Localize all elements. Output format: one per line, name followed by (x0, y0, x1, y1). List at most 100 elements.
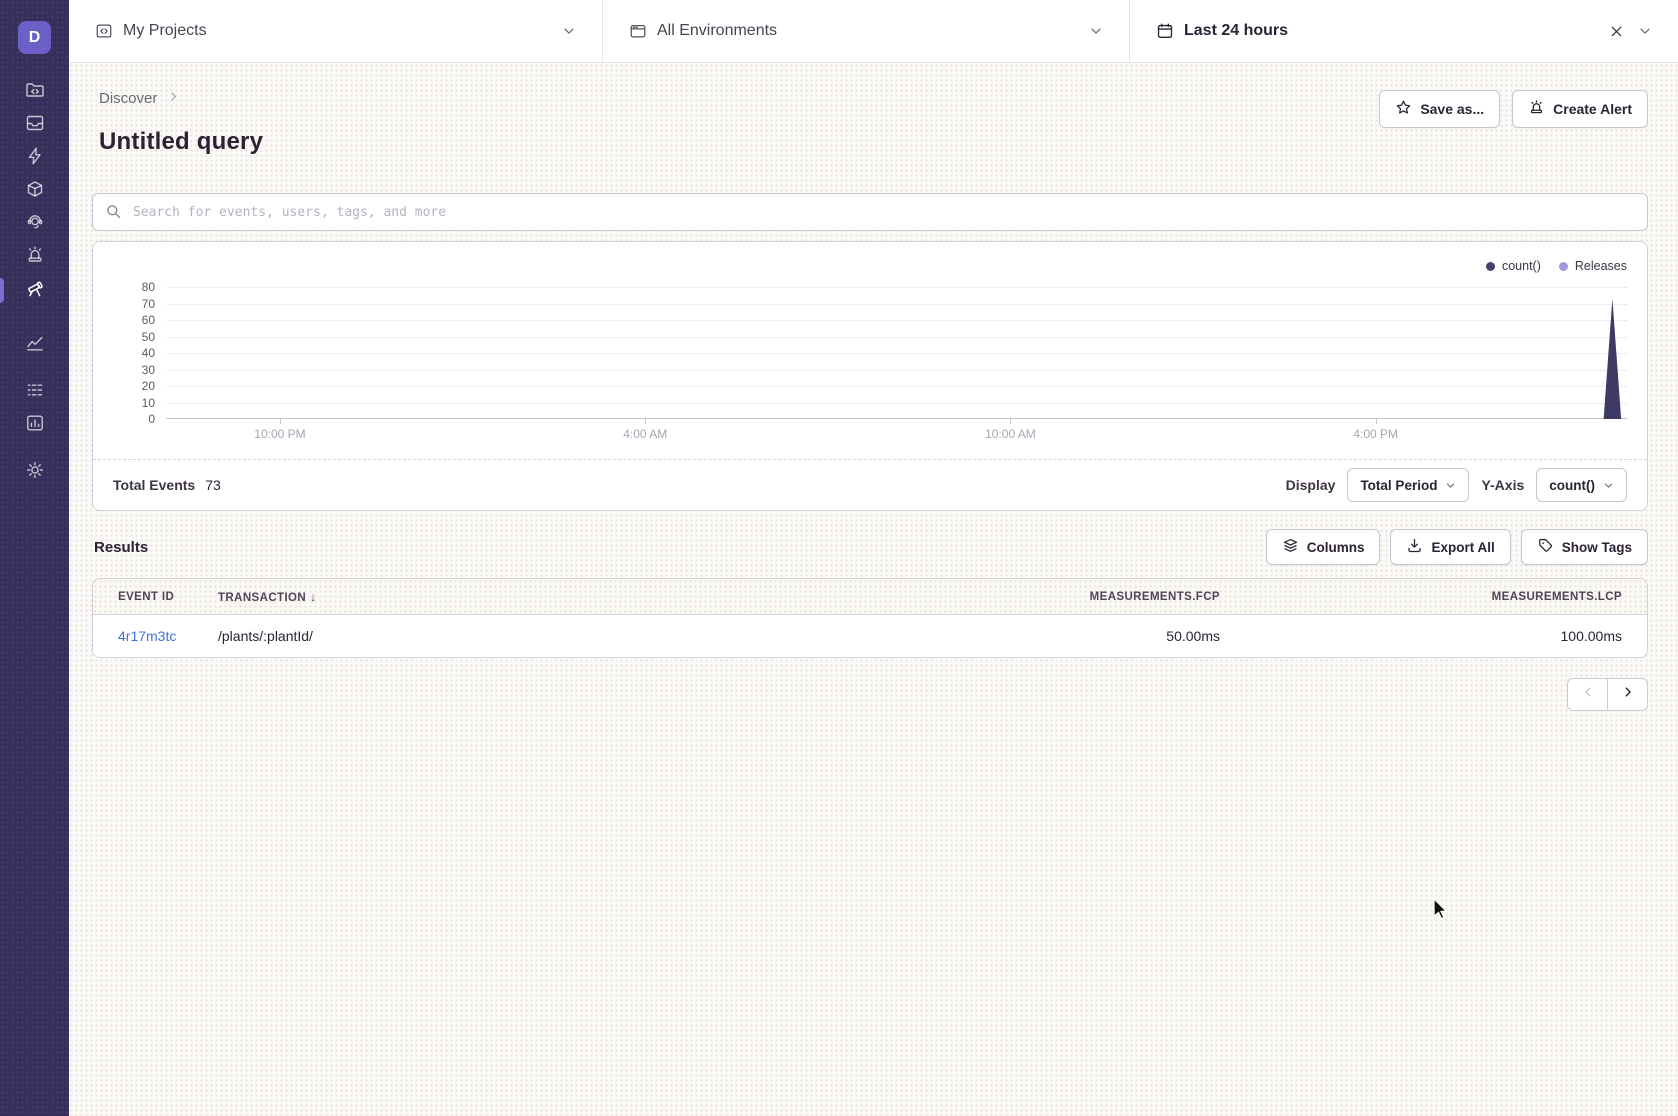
display-label: Display (1286, 477, 1336, 493)
measurements-lcp-cell: 100.00ms (1238, 628, 1622, 644)
project-filter[interactable]: My Projects (69, 0, 603, 62)
x-axis-tick-mark (1010, 419, 1011, 424)
table-row: 4r17m3tc/plants/:plantId/50.00ms100.00ms (93, 615, 1647, 657)
issues-icon (25, 113, 45, 138)
y-axis-tick-label: 50 (113, 330, 155, 344)
sidebar-item-alerts[interactable] (0, 241, 69, 274)
sidebar-item-user-feedback[interactable] (0, 208, 69, 241)
sidebar-item-settings[interactable] (0, 456, 69, 489)
top-filter-bar: My Projects All Environments Last 24 hou… (69, 0, 1678, 63)
bar-chart-icon (25, 413, 45, 438)
results-title: Results (92, 539, 148, 556)
environment-filter-label: All Environments (657, 22, 777, 40)
date-range-label: Last 24 hours (1184, 22, 1288, 40)
sidebar: D (0, 0, 69, 1116)
sidebar-item-issues[interactable] (0, 109, 69, 142)
project-filter-label: My Projects (123, 22, 207, 40)
clear-date-filter-icon[interactable] (1609, 24, 1624, 39)
show-tags-button[interactable]: Show Tags (1521, 529, 1648, 565)
y-axis-tick-label: 10 (113, 396, 155, 410)
page-header: Discover Untitled query Save as... Creat… (92, 90, 1648, 156)
transaction-cell: /plants/:plantId/ (218, 628, 818, 644)
list-icon (25, 380, 45, 405)
active-indicator (0, 278, 4, 303)
line-chart-icon (25, 333, 45, 358)
legend-dot-icon (1559, 262, 1568, 271)
x-axis-tick-label: 4:00 PM (1353, 427, 1398, 441)
star-icon (1395, 99, 1412, 119)
column-header-transaction[interactable]: TRANSACTION↓ (218, 590, 818, 604)
page-title: Untitled query (99, 128, 263, 156)
package-icon (25, 179, 45, 204)
export-all-button[interactable]: Export All (1390, 529, 1510, 565)
event-id-link[interactable]: 4r17m3tc (118, 628, 176, 644)
layers-icon (1282, 537, 1299, 557)
x-axis-tick-label: 10:00 PM (254, 427, 305, 441)
projects-icon (25, 80, 45, 105)
x-axis-tick-mark (1376, 419, 1377, 424)
y-axis-tick-label: 70 (113, 297, 155, 311)
next-page-button[interactable] (1607, 678, 1648, 711)
total-events-label: Total Events (113, 477, 195, 493)
previous-page-button[interactable] (1567, 678, 1608, 711)
y-axis-tick-label: 30 (113, 363, 155, 377)
legend-item-Releases[interactable]: Releases (1559, 259, 1627, 273)
count-series-spike (166, 287, 1627, 419)
sidebar-item-discover[interactable] (0, 274, 69, 307)
y-axis-select[interactable]: count() (1536, 468, 1627, 502)
window-icon (629, 22, 647, 40)
breadcrumb-discover[interactable]: Discover (99, 90, 157, 107)
y-axis-tick-label: 80 (113, 280, 155, 294)
chevron-right-icon (167, 90, 180, 107)
org-avatar[interactable]: D (18, 21, 51, 54)
column-header-event-id[interactable]: EVENT ID (118, 591, 200, 603)
main-content: Discover Untitled query Save as... Creat… (69, 63, 1678, 1116)
sidebar-nav (0, 76, 69, 489)
table-header-row: EVENT ID TRANSACTION↓ MEASUREMENTS.FCP MEAS… (93, 579, 1647, 615)
sidebar-item-monitors[interactable] (0, 376, 69, 409)
chart-plot: 8070605040302010010:00 PM4:00 AM10:00 AM… (166, 287, 1627, 419)
search-icon (105, 203, 122, 225)
download-icon (1406, 537, 1423, 557)
search-input[interactable] (92, 193, 1648, 231)
results-header: Results Columns Export All Show Tags (92, 529, 1648, 565)
sidebar-item-dashboards[interactable] (0, 329, 69, 362)
chevron-down-icon[interactable] (1638, 24, 1652, 38)
chevron-down-icon (1603, 480, 1614, 491)
pagination (92, 678, 1648, 711)
y-axis-tick-label: 40 (113, 346, 155, 360)
chevron-down-icon (562, 24, 576, 38)
sort-desc-icon: ↓ (310, 590, 316, 604)
column-header-measurements-lcp[interactable]: MEASUREMENTS.LCP (1238, 591, 1622, 603)
save-as-button[interactable]: Save as... (1379, 90, 1500, 128)
chevron-down-icon (1445, 480, 1456, 491)
chevron-down-icon (1089, 24, 1103, 38)
create-alert-button[interactable]: Create Alert (1512, 90, 1648, 128)
y-axis-tick-label: 0 (113, 412, 155, 426)
legend-item-count[interactable]: count() (1486, 259, 1541, 273)
sidebar-item-projects[interactable] (0, 76, 69, 109)
siren-icon (25, 245, 45, 270)
x-axis-tick-label: 4:00 AM (623, 427, 667, 441)
chevron-right-icon (1621, 685, 1635, 704)
projects-icon (95, 22, 113, 40)
y-axis-tick-label: 20 (113, 379, 155, 393)
x-axis-tick-label: 10:00 AM (985, 427, 1036, 441)
breadcrumb: Discover (99, 90, 263, 107)
results-table: EVENT ID TRANSACTION↓ MEASUREMENTS.FCP MEAS… (92, 578, 1648, 658)
sidebar-item-performance[interactable] (0, 142, 69, 175)
display-select[interactable]: Total Period (1347, 468, 1469, 502)
total-events-value: 73 (205, 477, 221, 493)
chart-footer: Total Events 73 Display Total Period Y-A… (93, 459, 1647, 510)
sidebar-item-releases[interactable] (0, 175, 69, 208)
environment-filter[interactable]: All Environments (603, 0, 1130, 62)
chart-panel: count()Releases 8070605040302010010:00 P… (92, 241, 1648, 511)
tag-icon (1537, 537, 1554, 557)
gear-icon (25, 460, 45, 485)
sidebar-item-stats[interactable] (0, 409, 69, 442)
column-header-measurements-fcp[interactable]: MEASUREMENTS.FCP (836, 591, 1220, 603)
date-range-filter[interactable]: Last 24 hours (1130, 0, 1678, 62)
columns-button[interactable]: Columns (1266, 529, 1381, 565)
headset-icon (25, 212, 45, 237)
y-axis-tick-label: 60 (113, 313, 155, 327)
